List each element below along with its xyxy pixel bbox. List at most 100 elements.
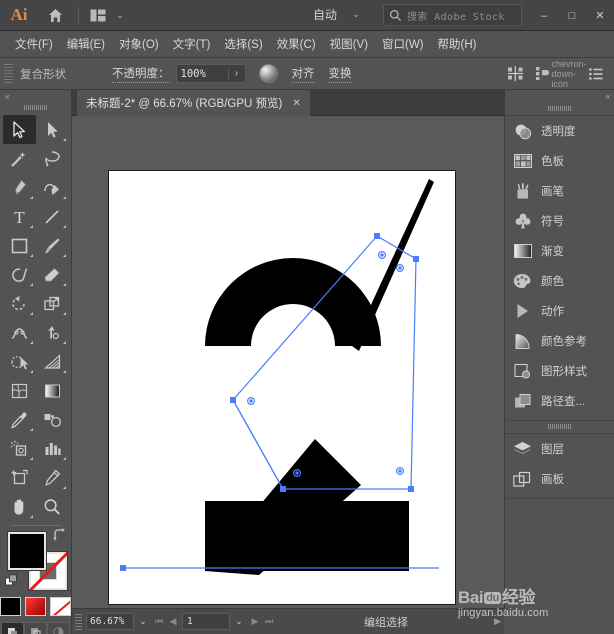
tool-curvature[interactable]	[36, 173, 69, 202]
tool-lasso[interactable]	[36, 144, 69, 173]
tool-line-segment[interactable]	[36, 202, 69, 231]
tool-rectangle[interactable]	[3, 231, 36, 260]
opacity-label[interactable]: 不透明度：	[112, 65, 170, 83]
swap-fill-stroke-icon[interactable]	[52, 528, 66, 542]
tool-blend[interactable]	[36, 405, 69, 434]
panel-gradient[interactable]: 渐变	[505, 236, 614, 266]
options-bar-grip[interactable]	[4, 63, 13, 84]
panel-transparency[interactable]: 透明度	[505, 116, 614, 146]
tool-symbol-sprayer[interactable]	[3, 434, 36, 463]
tool-zoom[interactable]	[36, 492, 69, 521]
tool-magic-wand[interactable]	[3, 144, 36, 173]
next-artboard-button[interactable]: ▶	[248, 616, 262, 627]
menu-object[interactable]: 对象(O)	[112, 33, 166, 55]
document-tab[interactable]: 未标题-2* @ 66.67% (RGB/GPU 预览) ✕	[77, 90, 311, 116]
tool-width[interactable]	[3, 318, 36, 347]
previous-artboard-button[interactable]: ◀	[166, 616, 180, 627]
status-bar-grip[interactable]	[75, 613, 82, 630]
artboard-number-input[interactable]: 1	[182, 613, 230, 630]
close-button[interactable]: ✕	[586, 0, 614, 31]
menu-select[interactable]: 选择(S)	[217, 33, 269, 55]
align-distribute-icon[interactable]	[503, 62, 527, 86]
toolbar-drag-grip[interactable]	[23, 105, 48, 110]
draw-normal-mode[interactable]	[1, 622, 24, 634]
chevron-down-icon[interactable]: chevron-down-icon	[552, 59, 587, 89]
tool-perspective-grid[interactable]	[36, 347, 69, 376]
panel-empty-area	[505, 499, 614, 619]
menu-help[interactable]: 帮助(H)	[431, 33, 484, 55]
zoom-chevron-down-icon[interactable]: ⌄	[134, 616, 152, 627]
panel-color[interactable]: 颜色	[505, 266, 614, 296]
tool-mesh[interactable]	[3, 376, 36, 405]
panel-collapse-handle[interactable]	[489, 352, 502, 380]
align-button[interactable]: 对齐	[291, 65, 315, 83]
tool-shape-builder[interactable]	[3, 347, 36, 376]
tool-artboard[interactable]	[3, 463, 36, 492]
toolbar-collapse-icon[interactable]: «	[0, 90, 71, 103]
tool-slice[interactable]	[36, 463, 69, 492]
tool-scale[interactable]	[36, 289, 69, 318]
maximize-button[interactable]: □	[558, 0, 586, 31]
artboard[interactable]	[108, 170, 456, 605]
panel-graphic-styles[interactable]: 图形样式	[505, 356, 614, 386]
tool-eraser[interactable]	[36, 260, 69, 289]
color-swatch-none[interactable]	[50, 597, 71, 616]
color-swatch-gradient[interactable]	[25, 597, 46, 616]
panel-dock-grip[interactable]	[547, 106, 572, 111]
control-options-bar: 复合形状 不透明度： 100% › 对齐 变换 chevron-down-ico…	[0, 58, 614, 90]
last-artboard-button[interactable]: ⏭	[262, 616, 276, 627]
menu-file[interactable]: 文件(F)	[8, 33, 60, 55]
tool-gradient[interactable]	[36, 376, 69, 405]
panel-options-menu-icon[interactable]	[584, 62, 608, 86]
tool-free-transform[interactable]	[36, 318, 69, 347]
tool-eyedropper[interactable]	[3, 405, 36, 434]
artboard-chevron-down-icon[interactable]: ⌄	[230, 616, 248, 627]
color-swatch-black[interactable]	[0, 597, 21, 616]
tool-type[interactable]: T	[3, 202, 36, 231]
panel-layers[interactable]: 图层	[505, 434, 614, 464]
auto-chevron-down-icon[interactable]: ⌄	[352, 9, 360, 20]
minimize-button[interactable]: –	[530, 0, 558, 31]
panel-artboards[interactable]: 画板	[505, 464, 614, 494]
transform-button[interactable]: 变换	[328, 65, 352, 83]
arrange-documents-icon[interactable]	[85, 9, 111, 22]
panel-color-guide[interactable]: 颜色参考	[505, 326, 614, 356]
menu-window[interactable]: 窗口(W)	[375, 33, 431, 55]
panel-collapse-icon[interactable]: «	[505, 90, 614, 103]
canvas-area[interactable]	[72, 116, 504, 608]
menu-type[interactable]: 文字(T)	[166, 33, 218, 55]
tool-selection[interactable]	[2, 115, 36, 144]
panel-brushes[interactable]: 画笔	[505, 176, 614, 206]
search-input[interactable]: 搜索 Adobe Stock	[383, 4, 522, 26]
draw-behind-mode[interactable]	[24, 622, 47, 634]
panel-pathfinder[interactable]: 路径查...	[505, 386, 614, 416]
menu-edit[interactable]: 编辑(E)	[60, 33, 112, 55]
zoom-level-input[interactable]: 66.67%	[86, 613, 134, 630]
first-artboard-button[interactable]: ⏮	[152, 616, 166, 627]
home-icon[interactable]	[38, 7, 72, 24]
close-icon[interactable]: ✕	[292, 98, 300, 109]
default-fill-stroke-icon[interactable]	[4, 574, 19, 588]
panel-dock-grip-2[interactable]	[547, 424, 572, 429]
menu-effect[interactable]: 效果(C)	[270, 33, 323, 55]
opacity-flyout-arrow-icon[interactable]: ›	[227, 68, 245, 79]
tool-pen[interactable]	[3, 173, 36, 202]
tool-rotate[interactable]	[3, 289, 36, 318]
menu-view[interactable]: 视图(V)	[323, 33, 375, 55]
auto-dropdown-label[interactable]: 自动	[313, 6, 337, 23]
tool-shaper[interactable]	[3, 260, 36, 289]
transparency-sphere-icon[interactable]	[258, 64, 278, 83]
tool-direct-selection[interactable]	[36, 115, 69, 144]
arrange-chevron-down-icon[interactable]: ⌄	[111, 10, 129, 21]
status-expand-arrow-icon[interactable]: ▶	[494, 616, 501, 627]
opacity-input[interactable]: 100% ›	[175, 64, 246, 83]
panel-swatches[interactable]: 色板	[505, 146, 614, 176]
tool-paintbrush[interactable]	[36, 231, 69, 260]
panel-actions[interactable]: 动作	[505, 296, 614, 326]
draw-inside-mode[interactable]	[47, 622, 70, 634]
tool-hand[interactable]	[3, 492, 36, 521]
fill-swatch[interactable]	[7, 532, 46, 570]
tool-column-graph[interactable]	[36, 434, 69, 463]
panel-symbols[interactable]: 符号	[505, 206, 614, 236]
distribute-spacing-icon[interactable]	[530, 62, 554, 86]
